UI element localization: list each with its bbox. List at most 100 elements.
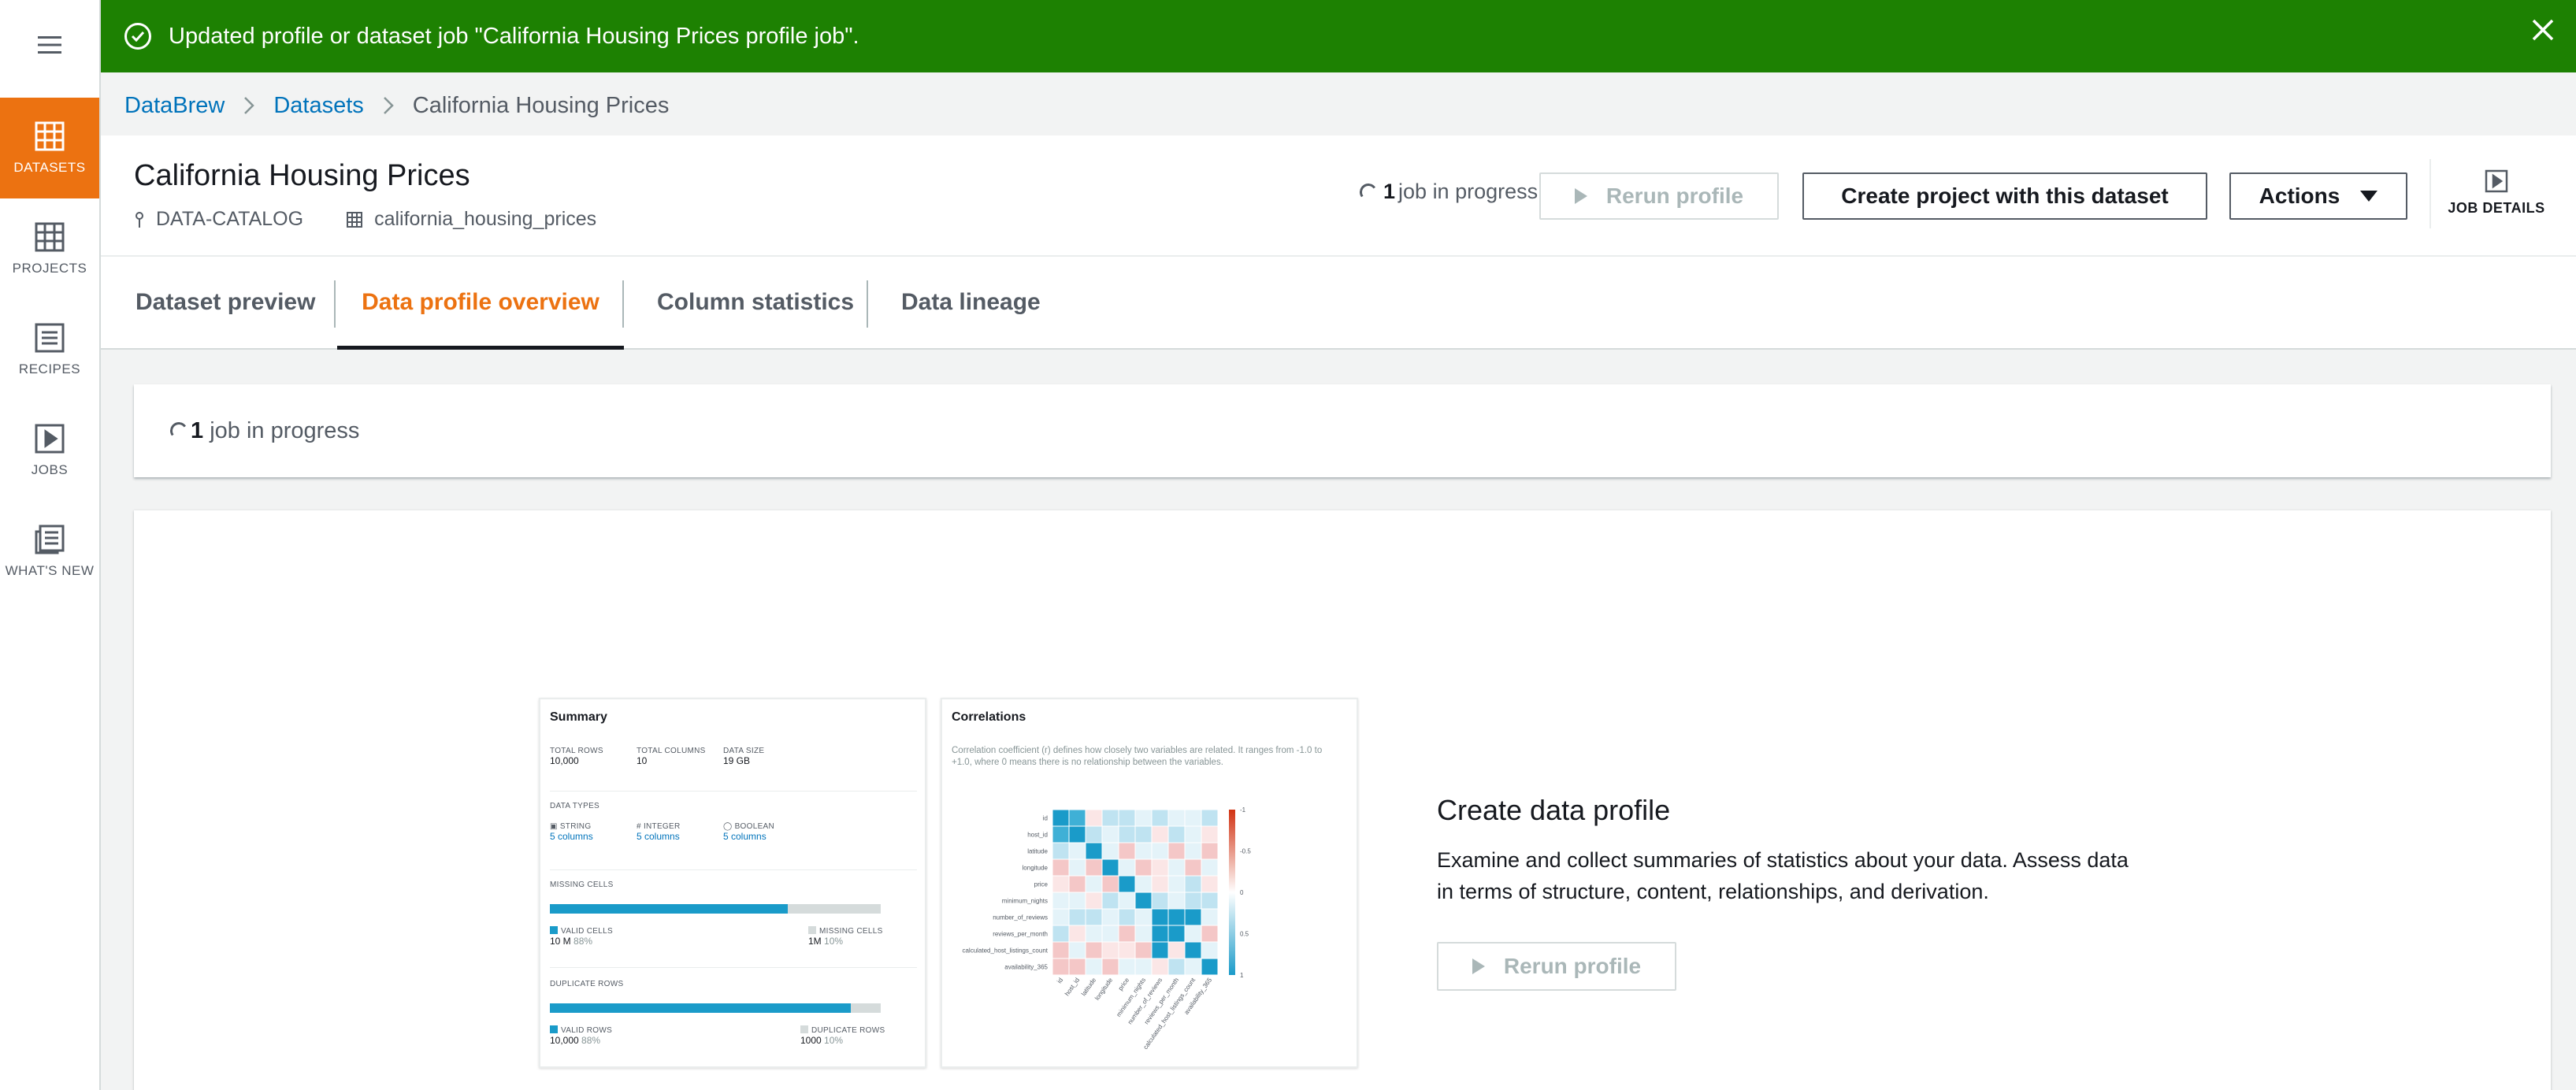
create-profile-text: Examine and collect summaries of statist… (1437, 848, 2129, 903)
total-rows-label: TOTAL ROWS (550, 747, 603, 755)
heatmap-cell (1052, 875, 1070, 893)
heatmap-cell (1052, 842, 1070, 860)
heatmap-cell (1068, 925, 1086, 943)
row-label: id (1043, 815, 1048, 822)
column-label: longitude (1093, 977, 1114, 1002)
heatmap-cell (1134, 958, 1153, 976)
type-value[interactable]: 5 columns (550, 831, 593, 842)
nav-item-whats-new[interactable]: WHAT'S NEW (0, 501, 99, 602)
type-value[interactable]: 5 columns (723, 831, 774, 842)
type-boolean: ◯ BOOLEAN 5 columns (723, 822, 774, 842)
heatmap-cell (1134, 892, 1153, 910)
divider (550, 791, 917, 792)
total-columns-label: TOTAL COLUMNS (637, 747, 706, 755)
dataset-meta: DATA-CATALOG california_housing_prices (134, 208, 596, 231)
actions-dropdown[interactable]: Actions (2229, 172, 2407, 220)
valid-rows-pct: 88% (581, 1035, 601, 1046)
missing-cells-sublabel: MISSING CELLS (819, 927, 883, 936)
play-icon (2485, 169, 2508, 193)
type-integer: # INTEGER 5 columns (637, 822, 681, 842)
breadcrumb: DataBrew Datasets California Housing Pri… (124, 90, 669, 121)
heatmap-cell (1151, 941, 1169, 959)
caret-down-icon (2360, 191, 2378, 202)
nav-item-projects[interactable]: PROJECTS (0, 198, 99, 299)
heatmap-cell (1101, 958, 1119, 976)
heatmap-cell (1151, 908, 1169, 926)
tab-data-lineage[interactable]: Data lineage (901, 257, 1041, 348)
breadcrumb-databrew[interactable]: DataBrew (124, 93, 225, 119)
heatmap-cell (1151, 825, 1169, 843)
heatmap-cell (1167, 925, 1186, 943)
duplicate-rows-sublabel: DUPLICATE ROWS (811, 1026, 885, 1035)
heatmap-cell (1167, 892, 1186, 910)
heatmap-cell (1167, 875, 1186, 893)
heatmap-cell (1151, 875, 1169, 893)
play-icon (1472, 958, 1485, 974)
job-count: 1 (191, 417, 204, 443)
heatmap-cell (1201, 925, 1219, 943)
close-icon[interactable] (2527, 14, 2559, 46)
tab-bar: Dataset preview Data profile overview Co… (101, 257, 2576, 350)
grid-icon (35, 222, 65, 252)
heatmap-cell (1167, 858, 1186, 877)
nav-item-label: PROJECTS (12, 261, 87, 276)
menu-button[interactable] (0, 0, 99, 90)
heatmap-cell (1201, 825, 1219, 843)
jobs-count: 1 (1383, 180, 1396, 203)
heatmap-cell (1201, 858, 1219, 877)
hamburger-icon (38, 36, 61, 54)
scale-tick-label: 0 (1240, 889, 1244, 896)
heatmap-cell (1085, 892, 1103, 910)
row-label: latitude (1027, 848, 1048, 855)
legend-swatch (808, 926, 816, 934)
heatmap-cell (1068, 809, 1086, 827)
valid-rows-label-row: VALID ROWS (550, 1025, 612, 1035)
create-project-button[interactable]: Create project with this dataset (1802, 172, 2207, 220)
heatmap-cell (1134, 858, 1153, 877)
rerun-profile-button[interactable]: Rerun profile (1539, 172, 1779, 220)
nav-item-datasets[interactable]: DATASETS (0, 98, 99, 198)
heatmap-cell (1118, 892, 1136, 910)
heatmap-cell (1085, 958, 1103, 976)
nav-item-jobs[interactable]: JOBS (0, 400, 99, 501)
heatmap-cell (1085, 825, 1103, 843)
heatmap-cell (1134, 875, 1153, 893)
tab-column-statistics[interactable]: Column statistics (657, 257, 854, 348)
type-value[interactable]: 5 columns (637, 831, 681, 842)
job-details-button[interactable]: JOB DETAILS (2429, 169, 2563, 217)
total-rows: TOTAL ROWS 10,000 (550, 747, 603, 766)
legend-swatch (800, 1025, 808, 1033)
breadcrumb-datasets[interactable]: Datasets (273, 93, 363, 119)
legend-swatch (550, 926, 558, 934)
nav-item-recipes[interactable]: RECIPES (0, 299, 99, 400)
missing-cells-label-row: MISSING CELLS (808, 926, 883, 936)
tab-separator (622, 280, 624, 328)
news-icon (35, 525, 65, 554)
nav-item-label: RECIPES (18, 361, 81, 376)
data-source: DATA-CATALOG (156, 208, 304, 230)
create-profile-section: Create data profile Examine and collect … (1437, 794, 2146, 907)
check-circle-icon (124, 23, 151, 50)
heatmap-cell (1118, 908, 1136, 926)
heatmap-cell (1134, 825, 1153, 843)
rerun-profile-button-main[interactable]: Rerun profile (1437, 942, 1676, 991)
total-rows-value: 10,000 (550, 755, 579, 766)
heatmap-cell (1085, 908, 1103, 926)
scale-tick-label: -1 (1240, 806, 1246, 814)
summary-title: Summary (550, 710, 607, 724)
rerun-profile-label: Rerun profile (1503, 954, 1642, 978)
data-types-label: DATA TYPES (550, 802, 600, 810)
column-label: host_id (1063, 977, 1081, 997)
total-columns-value: 10 (637, 755, 648, 766)
heatmap-cell (1134, 941, 1153, 959)
heatmap-cell (1134, 809, 1153, 827)
heatmap-cell (1184, 825, 1202, 843)
tab-data-profile-overview[interactable]: Data profile overview (337, 257, 624, 350)
jobs-text: job in progress (1398, 180, 1539, 203)
job-text: job in progress (210, 417, 360, 443)
heatmap-cell (1068, 892, 1086, 910)
type-integer-name: # INTEGER (637, 822, 681, 831)
heatmap-cell (1184, 875, 1202, 893)
heatmap-cell (1201, 809, 1219, 827)
tab-dataset-preview[interactable]: Dataset preview (135, 257, 315, 348)
